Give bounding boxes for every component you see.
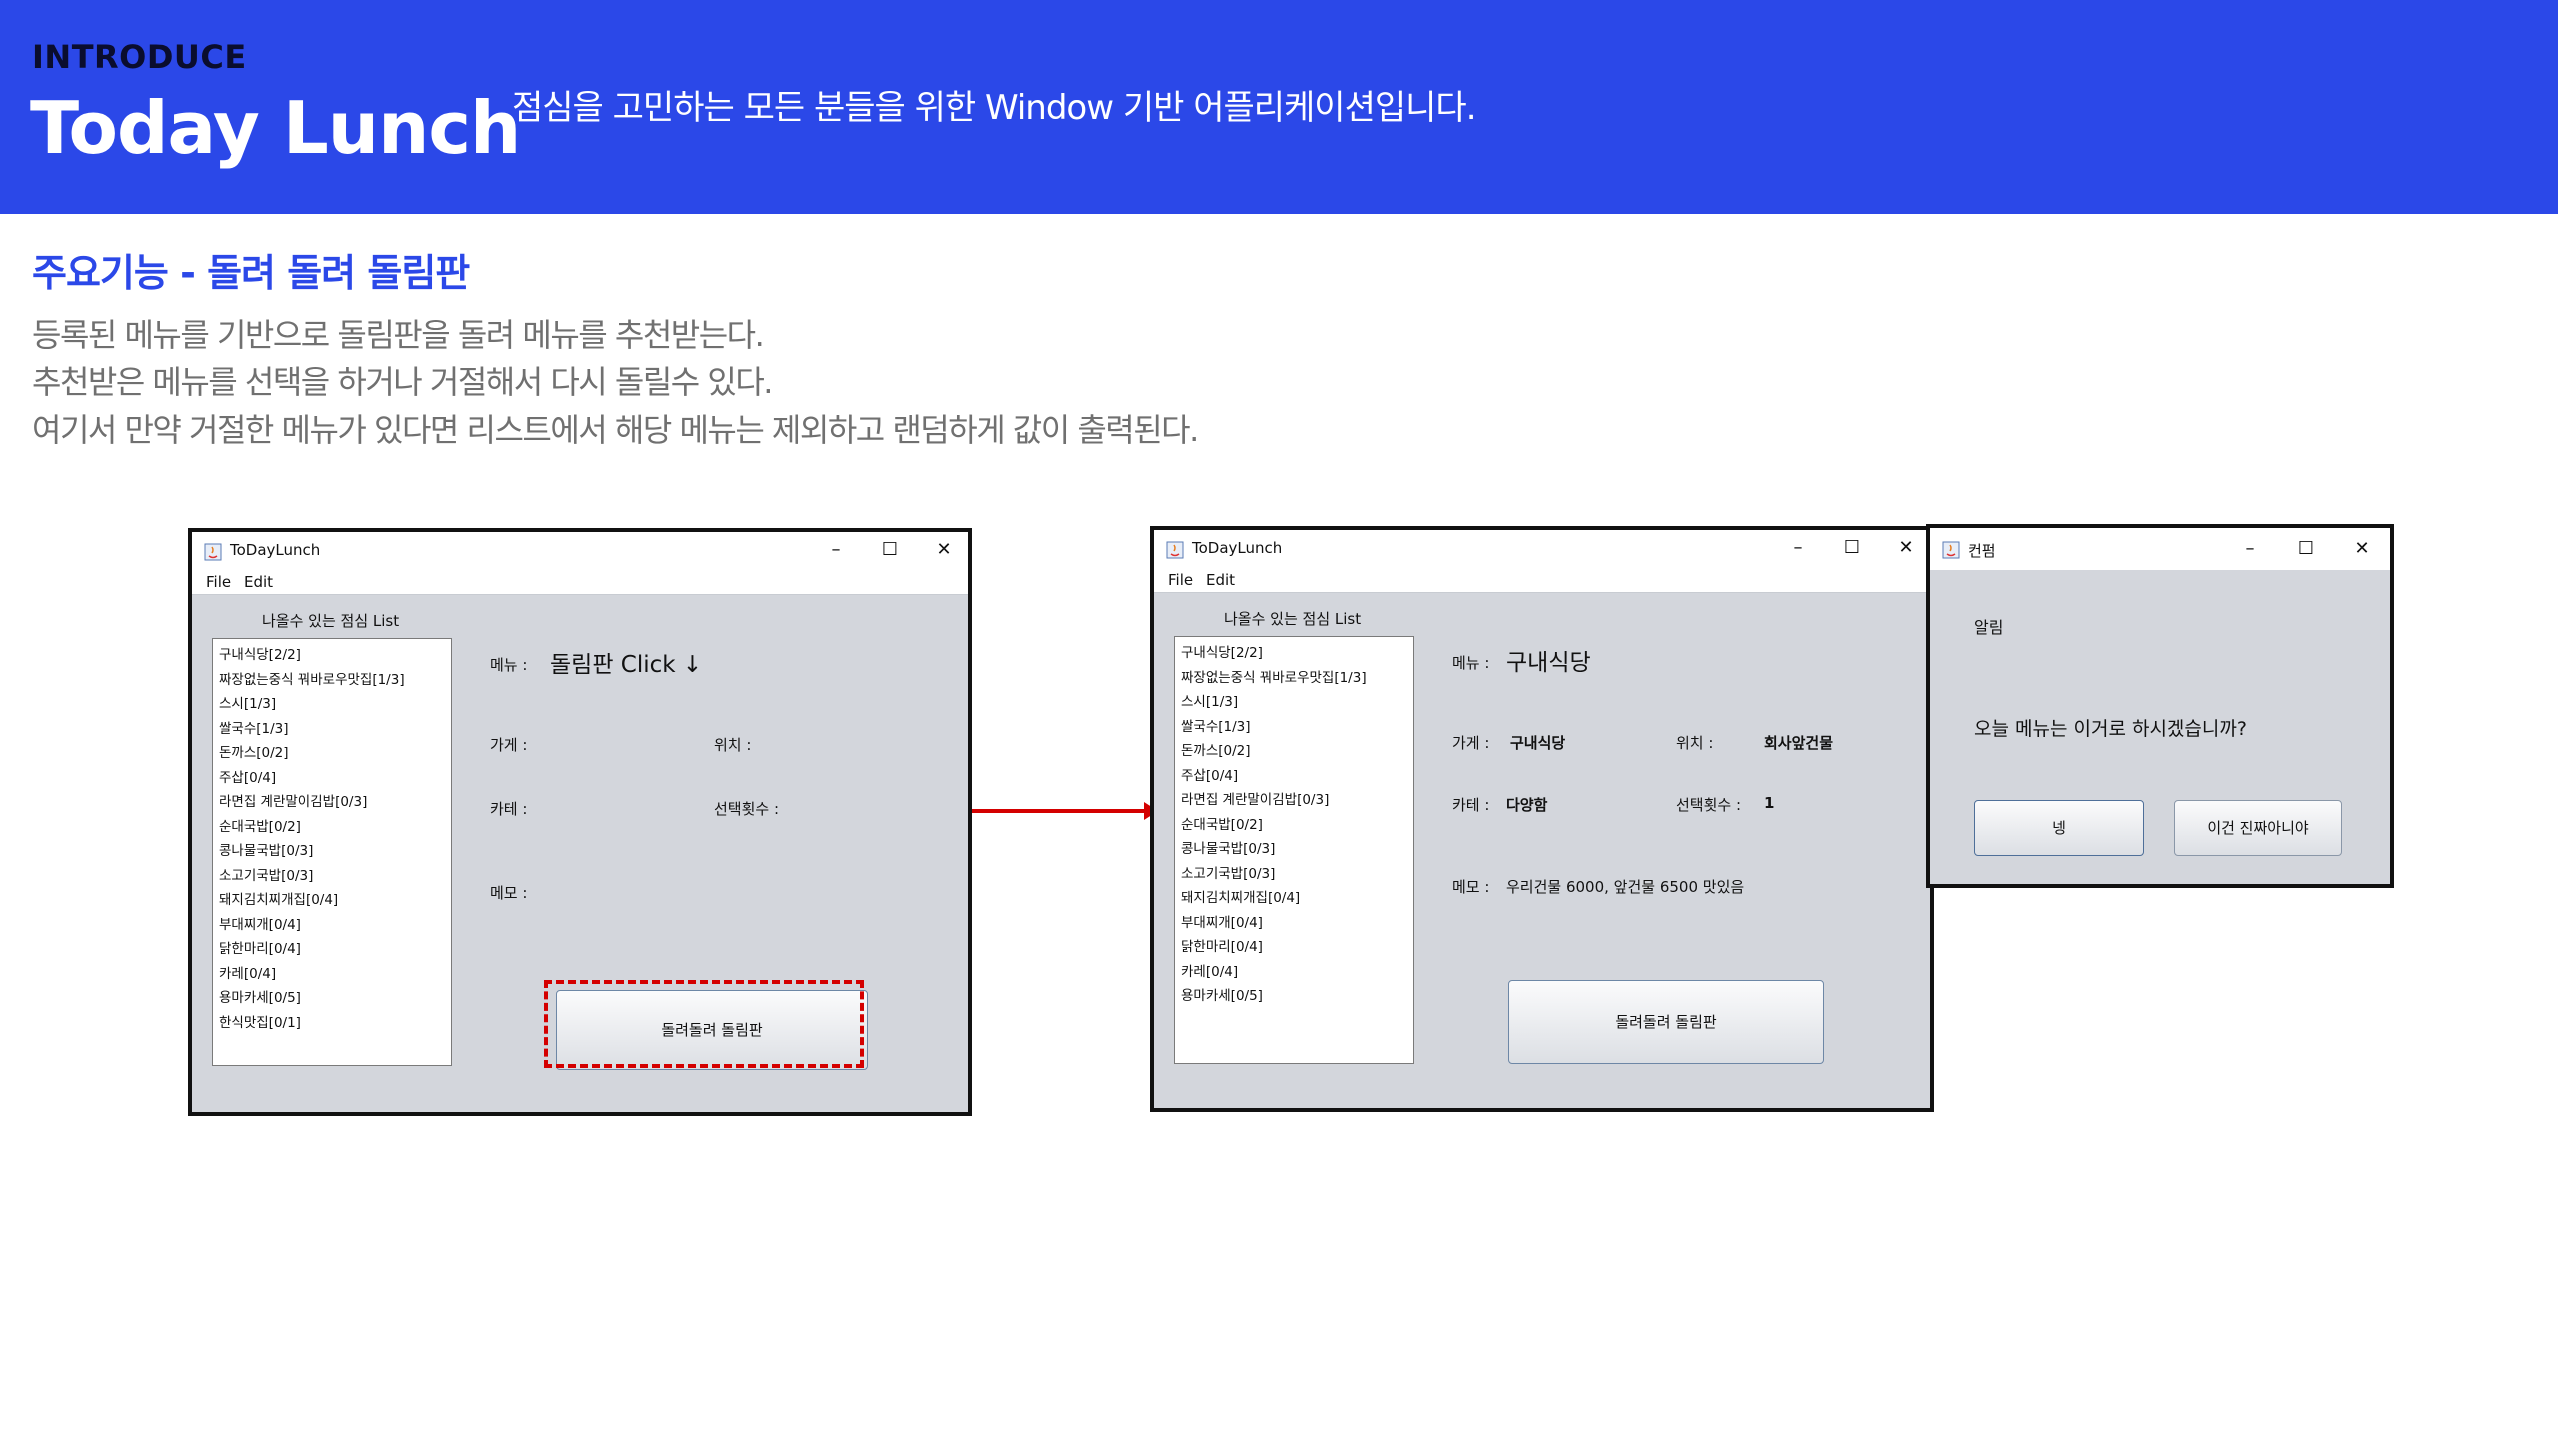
menu-value: 구내식당 [1506,650,1591,676]
menu-label: 메뉴 : [490,656,528,674]
list-item[interactable]: 순대국밥[0/2] [219,815,301,835]
list-item[interactable]: 라면집 계란말이김밥[0/3] [1181,788,1329,808]
store-label: 가게 : [1452,734,1490,752]
window-title: ToDayLunch [230,541,321,559]
header-subtitle: 점심을 고민하는 모든 분들을 위한 Window 기반 어플리케이션입니다. [512,88,1477,128]
store-label: 가게 : [490,736,528,754]
window-titlebar[interactable]: ToDayLunch – ☐ ✕ [1154,530,1930,566]
list-item[interactable]: 소고기국밥[0/3] [1181,862,1275,882]
list-item[interactable]: 짜장없는중식 꿔바로우맛집[1/3] [1181,666,1367,686]
list-item[interactable]: 용마카세[0/5] [219,986,301,1006]
category-value: 다양함 [1506,796,1548,814]
list-item[interactable]: 한식맛집[0/1] [219,1011,301,1031]
location-label: 위치 : [714,736,752,754]
maximize-icon[interactable]: ☐ [868,534,912,566]
maximize-icon[interactable]: ☐ [2284,533,2328,565]
list-label: 나올수 있는 점심 List [1224,610,1362,628]
window-title: ToDayLunch [1192,539,1283,557]
confirm-dialog: 컨펌 – ☐ ✕ 알림 오늘 메뉴는 이거로 하시겠습니까? 넹 이건 진짜아니… [1926,524,2394,888]
minimize-icon[interactable]: – [1776,532,1820,564]
java-app-icon [1942,541,1960,559]
list-item[interactable]: 소고기국밥[0/3] [219,864,313,884]
header-tag: INTRODUCE [32,38,247,76]
list-item[interactable]: 닭한마리[0/4] [219,937,301,957]
list-item[interactable]: 스시[1/3] [1181,690,1238,710]
close-icon[interactable]: ✕ [1884,532,1928,564]
list-label: 나올수 있는 점심 List [262,612,400,630]
menu-bar: File Edit [1154,566,1930,593]
list-item[interactable]: 쌀국수[1/3] [1181,715,1251,735]
location-label: 위치 : [1676,734,1714,752]
list-item[interactable]: 주삽[0/4] [219,766,276,786]
java-app-icon [204,543,222,561]
page-title: Today Lunch [30,86,521,170]
window-titlebar[interactable]: ToDayLunch – ☐ ✕ [192,532,968,568]
count-value: 1 [1764,794,1775,812]
close-icon[interactable]: ✕ [922,534,966,566]
list-item[interactable]: 구내식당[2/2] [219,643,301,663]
list-item[interactable]: 닭한마리[0/4] [1181,935,1263,955]
memo-label: 메모 : [490,884,528,902]
app-window-after: ToDayLunch – ☐ ✕ File Edit 나올수 있는 점심 Lis… [1150,526,1934,1112]
list-item[interactable]: 돈까스[0/2] [1181,739,1251,759]
list-item[interactable]: 주삽[0/4] [1181,764,1238,784]
lunch-list[interactable]: 구내식당[2/2] 짜장없는중식 꿔바로우맛집[1/3] 스시[1/3] 쌀국수… [212,638,452,1066]
menu-file[interactable]: File [1168,571,1193,589]
category-label: 카테 : [490,800,528,818]
section-title: 주요기능 - 돌려 돌려 돌림판 [32,251,470,295]
list-item[interactable]: 부대찌개[0/4] [219,913,301,933]
count-label: 선택횟수 : [714,800,780,818]
memo-value: 우리건물 6000, 앞건물 6500 맛있음 [1506,878,1745,896]
list-item[interactable]: 라면집 계란말이김밥[0/3] [219,790,367,810]
highlight-box [544,980,864,1068]
dialog-titlebar[interactable]: 컨펌 – ☐ ✕ [1930,528,2390,570]
header-banner: INTRODUCE Today Lunch 점심을 고민하는 모든 분들을 위한… [0,0,2558,214]
location-value: 회사앞건물 [1764,734,1834,752]
maximize-icon[interactable]: ☐ [1830,532,1874,564]
list-item[interactable]: 콩나물국밥[0/3] [1181,837,1275,857]
description-line-2: 추천받은 메뉴를 선택을 하거나 거절해서 다시 돌릴수 있다. [32,363,773,401]
close-icon[interactable]: ✕ [2340,533,2384,565]
java-app-icon [1166,541,1184,559]
description-line-3: 여기서 만약 거절한 메뉴가 있다면 리스트에서 해당 메뉴는 제외하고 랜덤하… [32,411,1199,449]
minimize-icon[interactable]: – [2228,533,2272,565]
spin-roulette-button[interactable]: 돌려돌려 돌림판 [1508,980,1824,1064]
list-item[interactable]: 카레[0/4] [219,962,276,982]
menu-edit[interactable]: Edit [244,573,273,591]
category-label: 카테 : [1452,796,1490,814]
arrow-line [972,809,1148,813]
list-item[interactable]: 짜장없는중식 꿔바로우맛집[1/3] [219,668,405,688]
count-label: 선택횟수 : [1676,796,1742,814]
list-item[interactable]: 쌀국수[1/3] [219,717,289,737]
memo-label: 메모 : [1452,878,1490,896]
list-item[interactable]: 돼지김치찌개집[0/4] [219,888,338,908]
list-item[interactable]: 순대국밥[0/2] [1181,813,1263,833]
list-item[interactable]: 구내식당[2/2] [1181,641,1263,661]
description-line-1: 등록된 메뉴를 기반으로 돌림판을 돌려 메뉴를 추천받는다. [32,316,765,354]
menu-file[interactable]: File [206,573,231,591]
store-value: 구내식당 [1510,734,1566,752]
lunch-list[interactable]: 구내식당[2/2] 짜장없는중식 꿔바로우맛집[1/3] 스시[1/3] 쌀국수… [1174,636,1414,1064]
dialog-title: 컨펌 [1968,542,1996,560]
minimize-icon[interactable]: – [814,534,858,566]
list-item[interactable]: 돼지김치찌개집[0/4] [1181,886,1300,906]
menu-bar: File Edit [192,568,968,595]
menu-value: 돌림판 Click ↓ [550,652,703,678]
dialog-message: 오늘 메뉴는 이거로 하시겠습니까? [1974,718,2247,740]
reject-button[interactable]: 이건 진짜아니야 [2174,800,2342,856]
list-item[interactable]: 용마카세[0/5] [1181,984,1263,1004]
dialog-heading: 알림 [1974,618,2004,637]
list-item[interactable]: 콩나물국밥[0/3] [219,839,313,859]
list-item[interactable]: 부대찌개[0/4] [1181,911,1263,931]
yes-button[interactable]: 넹 [1974,800,2144,856]
menu-label: 메뉴 : [1452,654,1490,672]
list-item[interactable]: 돈까스[0/2] [219,741,289,761]
menu-edit[interactable]: Edit [1206,571,1235,589]
list-item[interactable]: 카레[0/4] [1181,960,1238,980]
list-item[interactable]: 스시[1/3] [219,692,276,712]
